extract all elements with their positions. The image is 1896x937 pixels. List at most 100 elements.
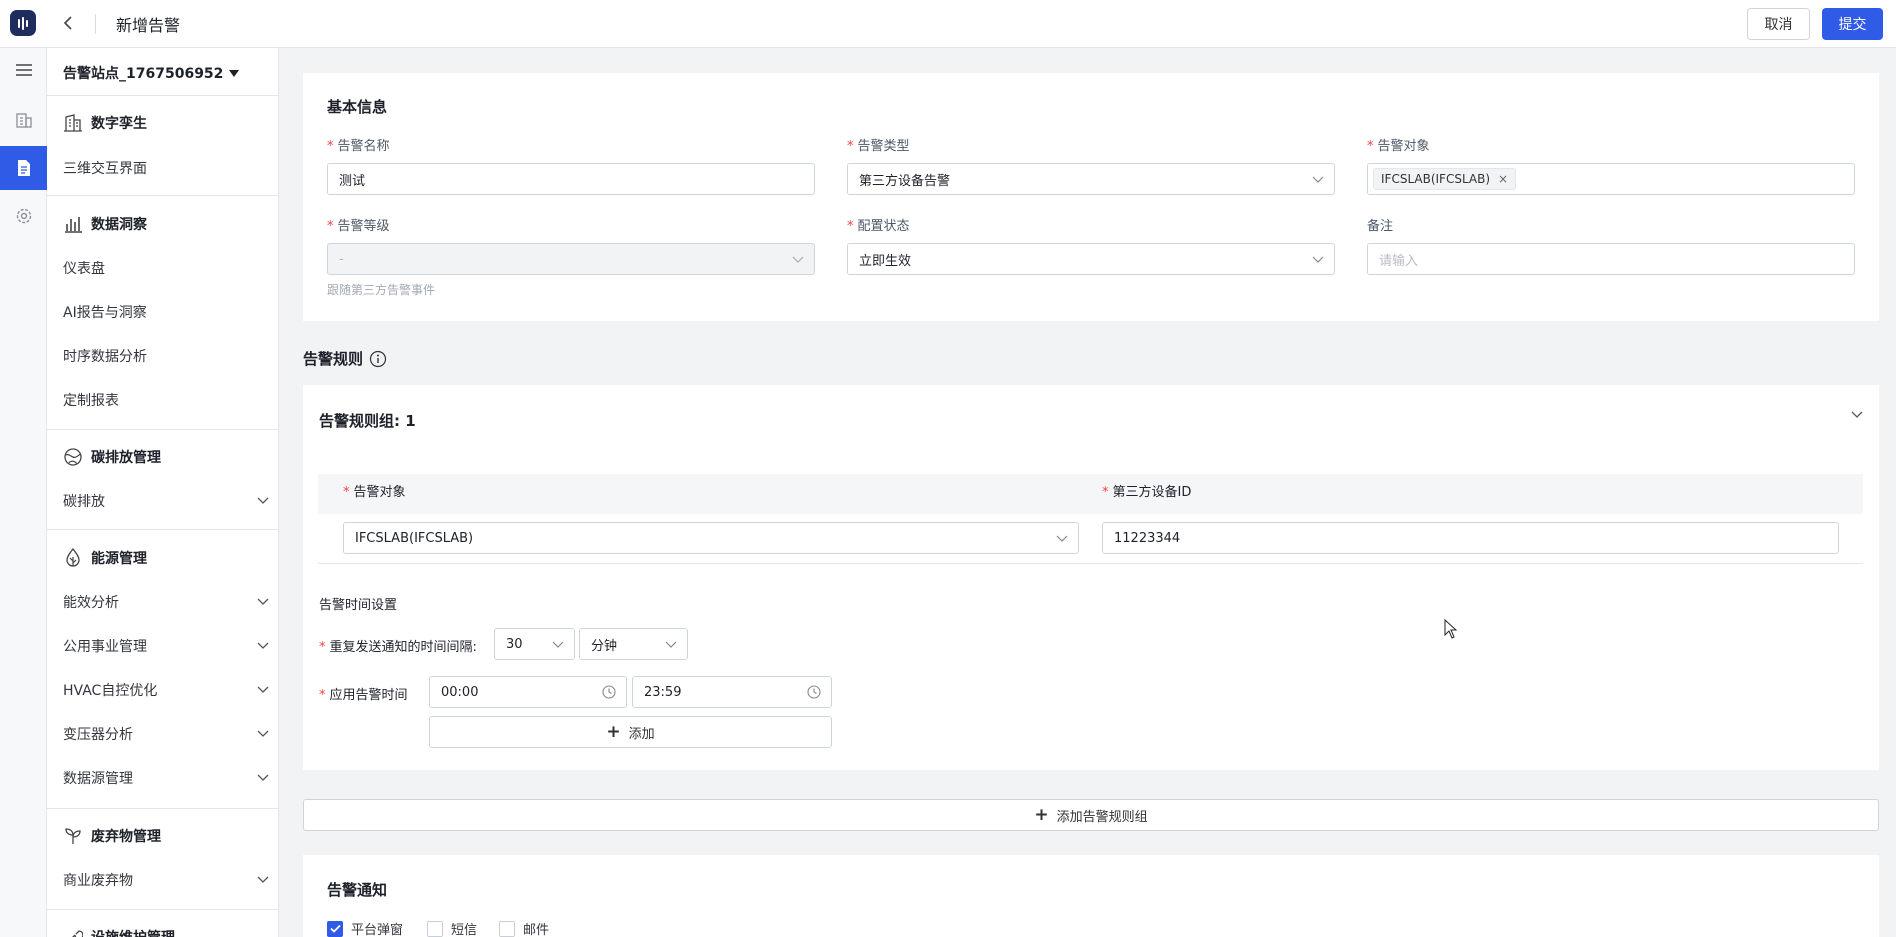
interval-unit-select[interactable]: 分钟 (579, 628, 688, 660)
sidebar-item-label: 三维交互界面 (63, 161, 147, 177)
section-title-basic: 基本信息 (327, 98, 388, 116)
checkbox-email[interactable]: 邮件 (499, 919, 549, 937)
alert-object-multiselect[interactable]: IFCSLAB(IFCSLAB) × (1367, 163, 1855, 195)
alert-name-input[interactable]: 测试 (327, 163, 815, 195)
alert-name-label: * 告警名称 (327, 139, 390, 154)
alert-type-label: * 告警类型 (847, 139, 910, 154)
sidebar-group-carbon: 碳排放管理 (63, 447, 161, 467)
building-icon (64, 114, 82, 132)
checkbox-platform-popup[interactable]: 平台弹窗 (327, 919, 403, 937)
add-rule-group-button[interactable]: + 添加告警规则组 (303, 799, 1879, 831)
sidebar: 告警站点_1767506952 数字孪生 三维交互界面 数据洞察 仪表盘 AI报… (47, 48, 279, 937)
start-time-picker[interactable]: 00:00 (429, 676, 627, 708)
remark-input[interactable]: 请输入 (1367, 243, 1855, 275)
rule-table-header (318, 474, 1863, 514)
app-logo-icon[interactable] (10, 10, 36, 36)
device-id-input[interactable]: 11223344 (1102, 522, 1839, 554)
object-tag: IFCSLAB(IFCSLAB) × (1373, 168, 1517, 190)
globe-icon (64, 448, 82, 466)
plus-icon: + (1034, 805, 1049, 825)
group-title: 数字孪生 (91, 116, 147, 132)
checkbox-box (427, 920, 443, 937)
sidebar-item-commercial-waste[interactable]: 商业废弃物 (63, 870, 269, 890)
clock-icon (807, 685, 821, 699)
col-object-header: * 告警对象 (343, 485, 406, 500)
sidebar-group-digital-twin: 数字孪生 (63, 113, 147, 133)
sidebar-item-label: 变压器分析 (63, 727, 133, 743)
chevron-down-icon (1312, 176, 1324, 183)
alert-type-select[interactable]: 第三方设备告警 (847, 163, 1335, 195)
leaf-icon (66, 548, 80, 567)
sidebar-item-label: 公用事业管理 (63, 639, 147, 655)
col-device-header: * 第三方设备ID (1102, 485, 1192, 500)
check-icon (327, 920, 343, 937)
rule-group-card (303, 385, 1879, 770)
end-time-picker[interactable]: 23:59 (632, 676, 832, 708)
chevron-down-icon (665, 641, 677, 648)
site-selector[interactable]: 告警站点_1767506952 (63, 63, 240, 83)
chevron-down-icon (257, 642, 269, 649)
sidebar-item-label: 商业废弃物 (63, 873, 133, 889)
group-title: 废弃物管理 (91, 829, 161, 845)
sidebar-item-ai-report[interactable]: AI报告与洞察 (63, 302, 269, 322)
sidebar-item-efficiency[interactable]: 能效分析 (63, 592, 269, 612)
sidebar-item-utilities[interactable]: 公用事业管理 (63, 636, 269, 656)
sidebar-item-label: 定制报表 (63, 393, 119, 409)
divider (47, 429, 278, 430)
sidebar-group-data-insight: 数据洞察 (63, 214, 147, 234)
group-title: 数据洞察 (91, 217, 147, 233)
sidebar-group-facility: 设施维护管理 (63, 927, 175, 937)
tools-icon (72, 930, 83, 937)
config-status-select[interactable]: 立即生效 (847, 243, 1335, 275)
divider (318, 563, 1863, 564)
chevron-down-icon (257, 730, 269, 737)
tag-close-icon[interactable]: × (1498, 172, 1508, 186)
sidebar-item-custom-report[interactable]: 定制报表 (63, 390, 269, 410)
sidebar-item-datasource[interactable]: 数据源管理 (63, 768, 269, 788)
sidebar-item-label: 数据源管理 (63, 771, 133, 787)
info-icon[interactable] (369, 350, 387, 368)
config-status-label: * 配置状态 (847, 219, 910, 234)
report-icon[interactable] (0, 146, 47, 190)
bar-chart-icon (65, 217, 82, 233)
sidebar-item-3d-interface[interactable]: 三维交互界面 (63, 158, 269, 178)
chevron-down-icon (257, 686, 269, 693)
chevron-down-icon (257, 598, 269, 605)
interval-value-select[interactable]: 30 (494, 628, 575, 660)
divider (47, 808, 278, 809)
sidebar-item-timeseries[interactable]: 时序数据分析 (63, 346, 269, 366)
basic-info-card (303, 73, 1879, 321)
sidebar-item-label: HVAC自控优化 (63, 683, 158, 699)
divider (47, 95, 278, 96)
group-title: 能源管理 (91, 551, 147, 567)
chevron-down-icon (257, 774, 269, 781)
sidebar-item-hvac[interactable]: HVAC自控优化 (63, 680, 269, 700)
back-arrow-icon[interactable] (58, 12, 78, 34)
clock-icon (602, 685, 616, 699)
sidebar-item-carbon[interactable]: 碳排放 (63, 491, 269, 511)
sidebar-item-transformer[interactable]: 变压器分析 (63, 724, 269, 744)
cancel-button[interactable]: 取消 (1747, 8, 1810, 40)
plus-icon: + (606, 722, 621, 742)
sidebar-item-label: 时序数据分析 (63, 349, 147, 365)
menu-icon[interactable] (0, 48, 47, 92)
rule-object-select[interactable]: IFCSLAB(IFCSLAB) (343, 522, 1079, 554)
settings-icon[interactable] (0, 194, 47, 238)
checkbox-sms[interactable]: 短信 (427, 919, 477, 937)
sidebar-item-dashboard[interactable]: 仪表盘 (63, 258, 269, 278)
building-icon[interactable] (0, 98, 47, 142)
mouse-cursor-icon (1444, 619, 1458, 639)
divider (47, 529, 278, 530)
chevron-down-icon (1312, 256, 1324, 263)
interval-label: * 重复发送通知的时间间隔: (319, 640, 477, 655)
site-name: 告警站点_1767506952 (63, 66, 224, 82)
remark-label: 备注 (1367, 219, 1394, 234)
submit-button[interactable]: 提交 (1822, 8, 1883, 40)
group-title: 设施维护管理 (91, 927, 175, 937)
divider (47, 909, 278, 910)
collapse-chevron-icon[interactable] (1851, 408, 1863, 420)
chevron-down-icon (1056, 535, 1068, 542)
add-time-button[interactable]: + 添加 (429, 716, 832, 748)
icon-rail (0, 48, 47, 937)
checkbox-box (499, 920, 515, 937)
